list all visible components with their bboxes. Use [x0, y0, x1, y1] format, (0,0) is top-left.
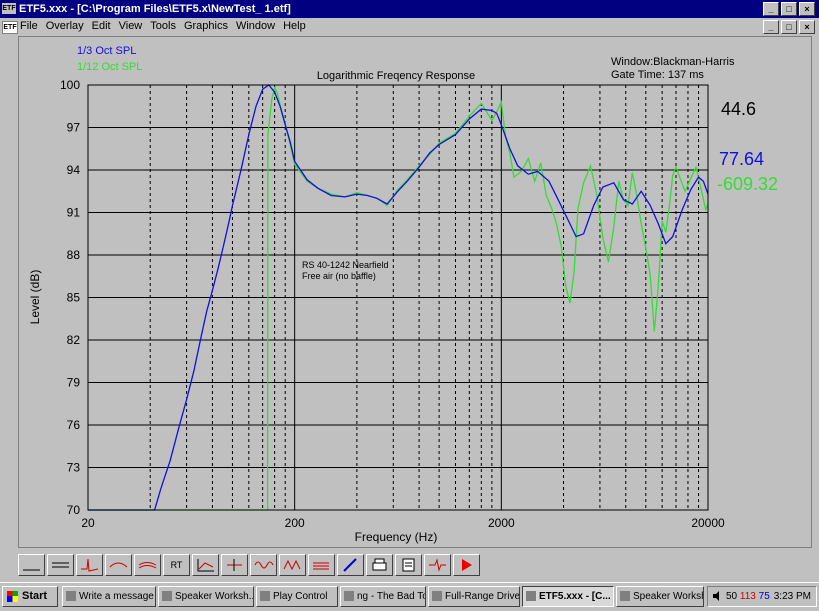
y-tick-label: 88	[67, 248, 81, 262]
title-bar[interactable]: ETF ETF5.xxx - [C:\Program Files\ETF5.x\…	[0, 0, 819, 18]
menu-file[interactable]: File	[20, 20, 38, 32]
document-icon[interactable]: ETF	[2, 21, 18, 34]
play-icon	[260, 591, 270, 601]
readout-series1: 77.64	[719, 149, 764, 169]
task-browser[interactable]: ng - The Bad To...	[340, 586, 426, 607]
tool-pen-icon[interactable]	[337, 554, 364, 576]
tray-indicators: 50 113 75	[726, 591, 770, 602]
clock: 3:23 PM	[773, 591, 811, 602]
y-tick-label: 85	[67, 291, 81, 305]
etf-icon	[526, 591, 536, 601]
taskbar: Start Write a message ... Speaker Worksh…	[0, 582, 819, 611]
frequency-response-chart: 1/3 Oct SPL 1/12 Oct SPL Window:Blackman…	[28, 45, 778, 544]
task-speaker-workshop-1[interactable]: Speaker Worksh...	[158, 586, 254, 607]
tool-wave-icon[interactable]	[250, 554, 277, 576]
y-tick-label: 76	[67, 418, 81, 432]
annotation-line2: Free air (no baffle)	[302, 271, 376, 281]
start-button[interactable]: Start	[2, 586, 58, 607]
tool-cursor-icon[interactable]	[221, 554, 248, 576]
tool-double-line-icon[interactable]	[47, 554, 74, 576]
y-tick-label: 97	[67, 121, 81, 135]
speaker-icon	[162, 591, 172, 601]
tool-overlay-icon[interactable]	[134, 554, 161, 576]
info-window: Window:Blackman-Harris	[611, 56, 735, 68]
minimize-button[interactable]: _	[763, 2, 779, 16]
window-title: ETF5.xxx - [C:\Program Files\ETF5.x\NewT…	[19, 3, 291, 15]
tool-chart-icon[interactable]	[192, 554, 219, 576]
tool-rt-icon[interactable]: RT	[163, 554, 190, 576]
series-line-2	[88, 85, 709, 511]
doc-minimize-button[interactable]: _	[763, 20, 779, 34]
y-tick-label: 73	[67, 461, 81, 475]
tool-line-icon[interactable]	[18, 554, 45, 576]
y-tick-label: 82	[67, 333, 81, 347]
menu-window[interactable]: Window	[236, 20, 275, 32]
menu-help[interactable]: Help	[283, 20, 306, 32]
app-icon[interactable]: ETF	[2, 3, 16, 14]
document-controls: _ □ ×	[763, 20, 815, 34]
task-speaker-workshop-2[interactable]: Speaker Worksh...	[616, 586, 704, 607]
menu-overlay[interactable]: Overlay	[46, 20, 84, 32]
close-button[interactable]: ×	[799, 2, 815, 16]
tick-labels: 100 97 94 91 88 85 82 79 76 73 7020 200 2000 20000	[60, 78, 725, 530]
menu-tools[interactable]: Tools	[150, 20, 176, 32]
browser-icon	[344, 591, 354, 601]
tool-spectrum-icon[interactable]	[279, 554, 306, 576]
y-axis-label: Level (dB)	[28, 270, 42, 325]
readout-series2: -609.32	[717, 174, 778, 194]
window-controls: _ □ ×	[763, 2, 815, 16]
task-full-range[interactable]: Full-Range Driver...	[428, 586, 520, 607]
x-tick-label: 20	[81, 516, 95, 530]
readout-top: 44.6	[721, 99, 756, 119]
task-play-control[interactable]: Play Control	[256, 586, 338, 607]
menu-edit[interactable]: Edit	[92, 20, 111, 32]
menu-graphics[interactable]: Graphics	[184, 20, 228, 32]
annotation-line1: RS 40-1242 Nearfield	[302, 260, 389, 270]
volume-icon[interactable]	[712, 591, 722, 601]
y-tick-label: 100	[60, 78, 80, 92]
menu-view[interactable]: View	[119, 20, 143, 32]
notes-icon[interactable]	[395, 554, 422, 576]
maximize-button[interactable]: □	[781, 2, 797, 16]
graph-toolbar: RT	[18, 553, 810, 577]
y-tick-label: 70	[67, 503, 81, 517]
x-axis-label: Frequency (Hz)	[355, 530, 438, 544]
plot-area: 1/3 Oct SPL 1/12 Oct SPL Window:Blackman…	[18, 36, 812, 548]
y-tick-label: 79	[67, 376, 81, 390]
system-tray: 50 113 75 3:23 PM	[707, 586, 817, 607]
document-icon	[432, 591, 442, 601]
task-etf5[interactable]: ETF5.xxx - [C...	[522, 586, 614, 607]
grid	[88, 85, 708, 510]
record-icon[interactable]	[453, 554, 480, 576]
tool-impulse-icon[interactable]	[76, 554, 103, 576]
y-tick-label: 94	[67, 163, 81, 177]
menu-bar: ETF File Overlay Edit View Tools Graphic…	[0, 18, 819, 35]
tool-waterfall-icon[interactable]	[308, 554, 335, 576]
x-tick-label: 20000	[691, 516, 725, 530]
tool-response-icon[interactable]	[105, 554, 132, 576]
legend-series2: 1/12 Oct SPL	[77, 61, 142, 73]
doc-restore-button[interactable]: □	[781, 20, 797, 34]
signal-icon[interactable]	[424, 554, 451, 576]
print-icon[interactable]	[366, 554, 393, 576]
windows-flag-icon	[7, 591, 18, 602]
speaker-icon	[620, 591, 630, 601]
info-gate-time: Gate Time: 137 ms	[611, 69, 704, 81]
mail-icon	[66, 591, 76, 601]
doc-close-button[interactable]: ×	[799, 20, 815, 34]
y-tick-label: 91	[67, 206, 81, 220]
task-write-message[interactable]: Write a message ...	[62, 586, 156, 607]
x-tick-label: 2000	[488, 516, 515, 530]
chart-title: Logarithmic Freqency Response	[317, 70, 475, 82]
legend-series1: 1/3 Oct SPL	[77, 45, 136, 57]
x-tick-label: 200	[285, 516, 305, 530]
